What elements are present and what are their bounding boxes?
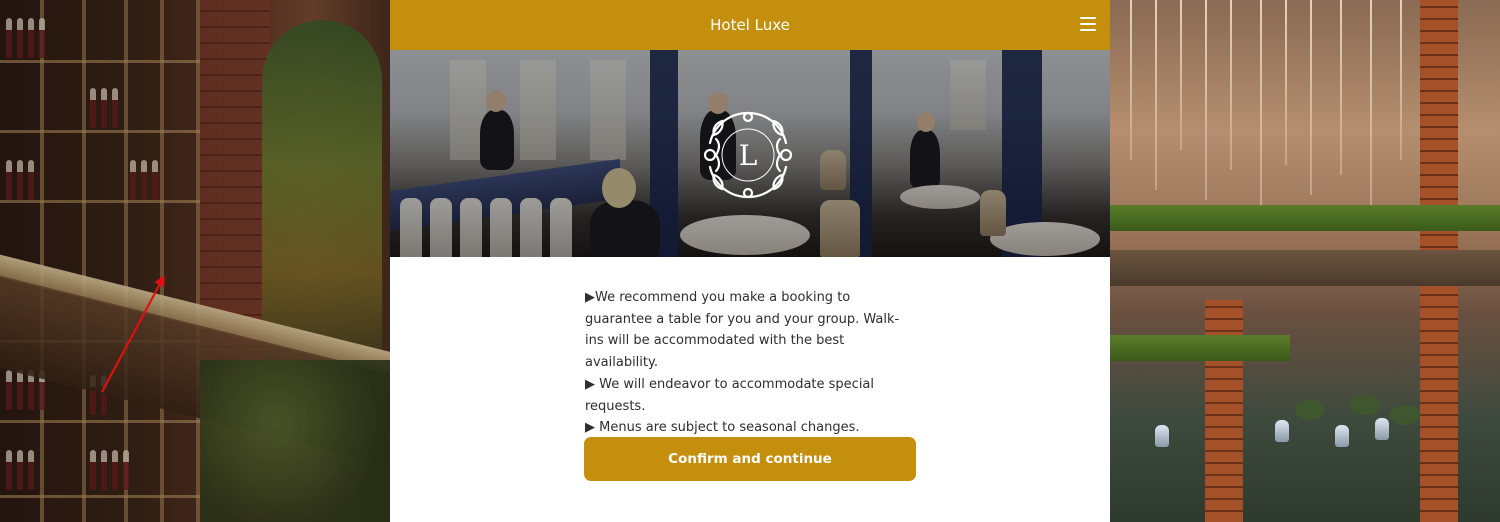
red-arrow-annotation-icon bbox=[101, 275, 165, 393]
booking-panel: Hotel Luxe L ▶We recommend you make a bo… bbox=[390, 0, 1110, 522]
note-booking-recommendation: ▶We recommend you make a booking to guar… bbox=[585, 290, 900, 371]
background-right-chandelier bbox=[1110, 0, 1500, 522]
note-seasonal-menus: ▶ Menus are subject to seasonal changes. bbox=[585, 420, 860, 436]
hamburger-menu-icon[interactable] bbox=[1080, 17, 1096, 31]
background-left-wine-wall bbox=[0, 0, 390, 522]
confirm-and-continue-button[interactable]: Confirm and continue bbox=[584, 437, 916, 481]
hotel-brand-title[interactable]: Hotel Luxe bbox=[710, 16, 790, 34]
note-special-requests: ▶ We will endeavor to accommodate specia… bbox=[585, 376, 875, 414]
logo-letter: L bbox=[739, 139, 758, 172]
ornamental-wreath-logo-icon: L bbox=[703, 111, 793, 199]
top-navigation-bar: Hotel Luxe bbox=[390, 0, 1110, 50]
restaurant-hero-image: L bbox=[390, 50, 1110, 257]
booking-notes: ▶We recommend you make a booking to guar… bbox=[585, 287, 917, 439]
